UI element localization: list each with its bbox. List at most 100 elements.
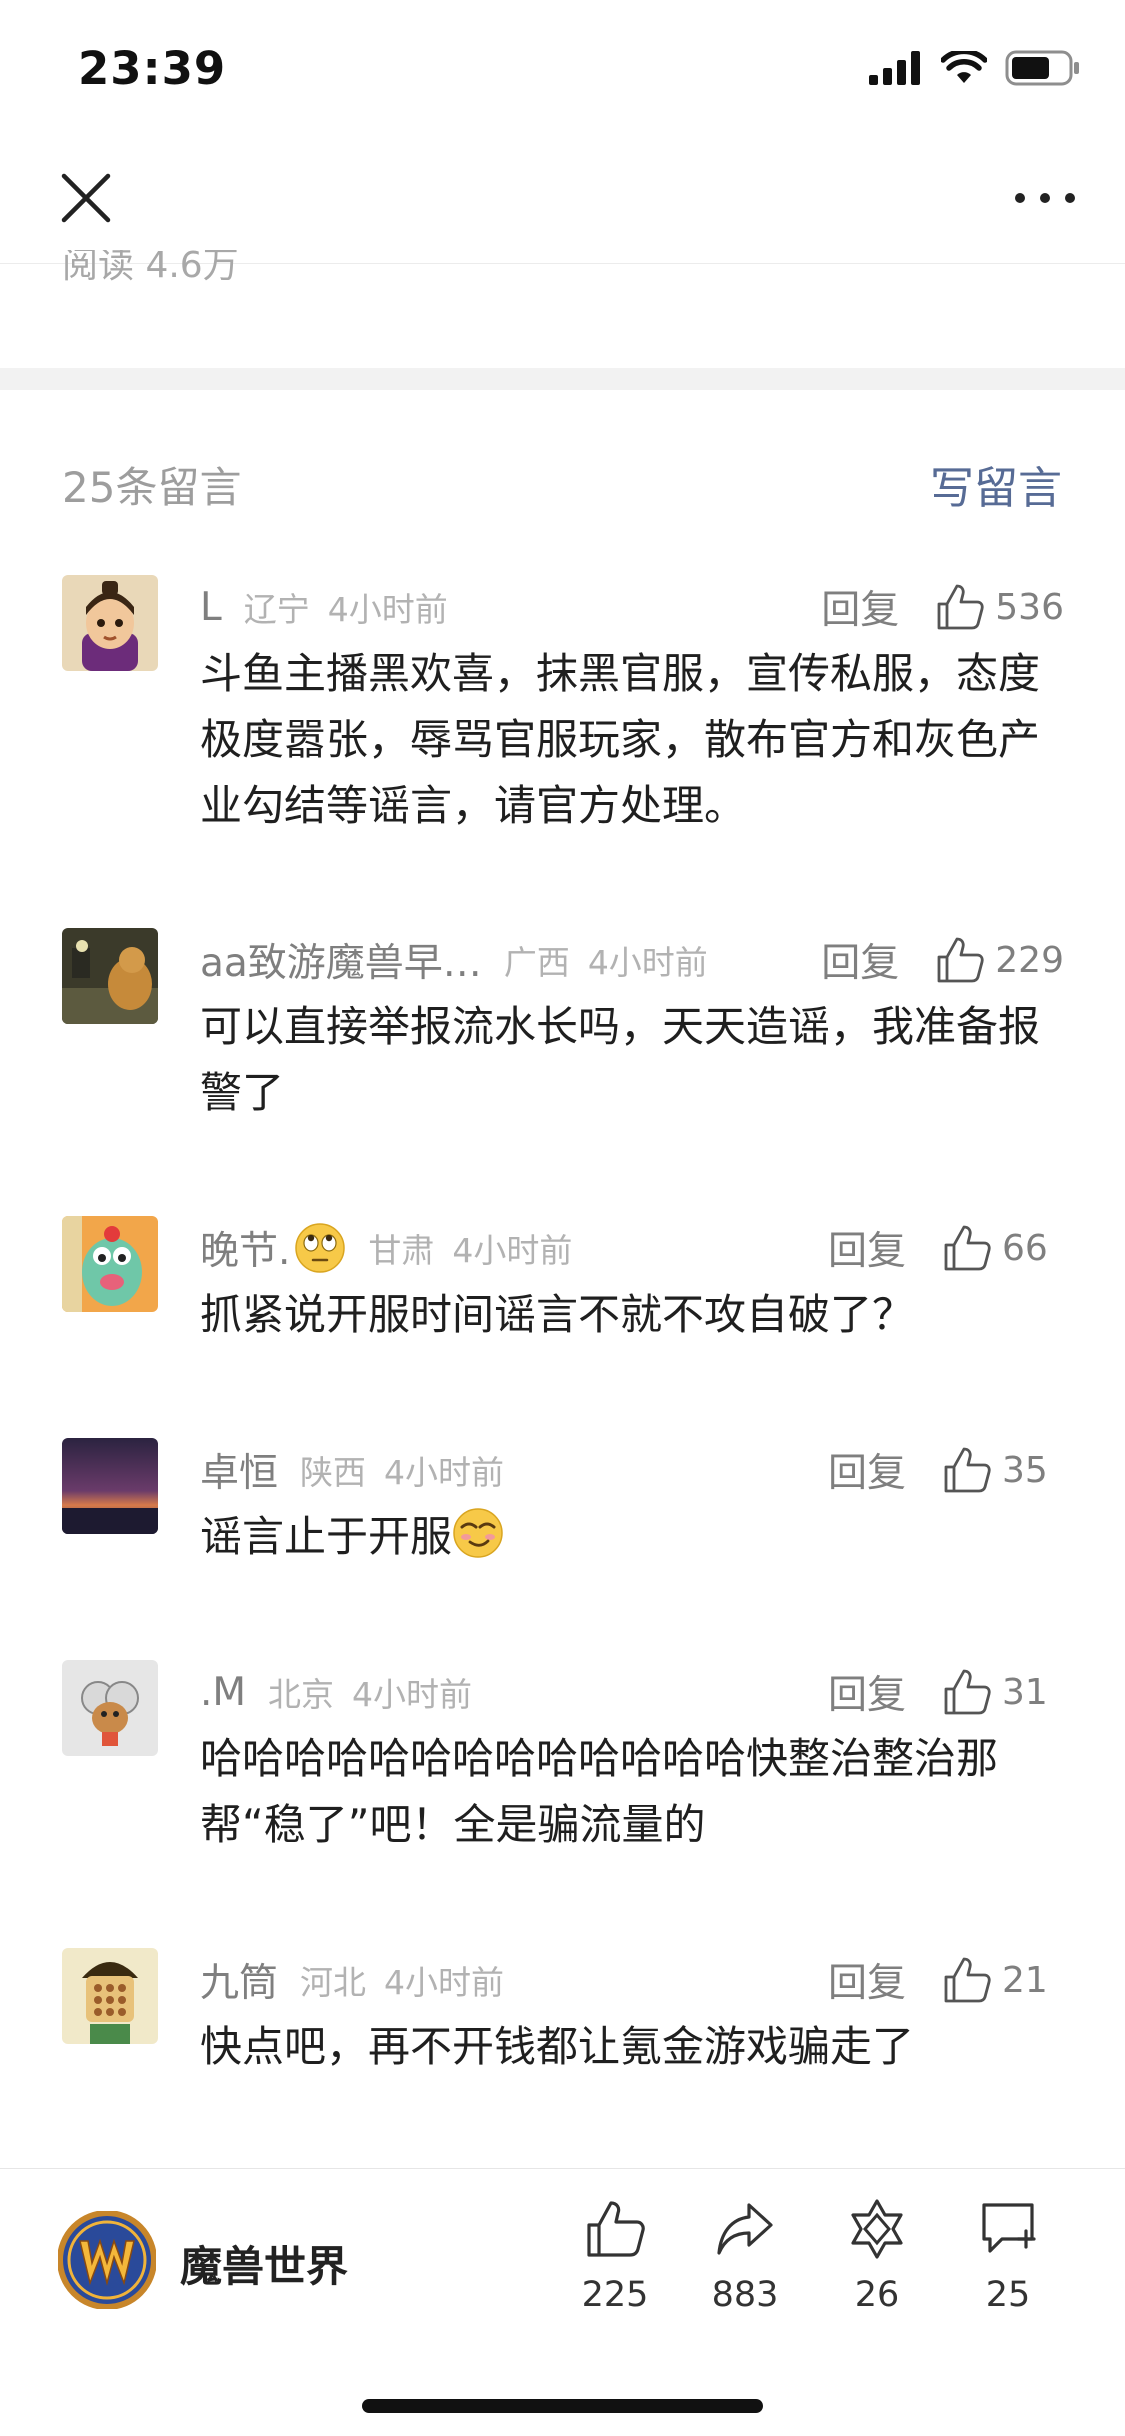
comment-location: 北京 — [268, 1675, 335, 1714]
thumbs-up-icon[interactable] — [935, 935, 985, 985]
comment-text-content: 谣言止于开服 — [200, 1512, 453, 1561]
share-count: 883 — [711, 2275, 779, 2315]
comment-meta: 九筒 河北 4小时前 回复 21 — [200, 1948, 1064, 2012]
reply-button[interactable]: 回复 — [821, 932, 899, 988]
comment-body: 九筒 河北 4小时前 回复 21 快点吧，再不开钱都让氪金游戏骗走了 — [200, 1948, 1064, 2080]
comment-location: 甘肃 — [368, 1231, 435, 1270]
comment-meta: 晚节. 甘肃 4小时前 回复 66 — [200, 1216, 1064, 1280]
like-button[interactable]: 225 — [565, 2197, 665, 2315]
comment-location: 辽宁 — [243, 590, 310, 629]
like-count: 225 — [581, 2275, 649, 2315]
comment-add-icon — [982, 2203, 1036, 2253]
read-count-text: 阅读 4.6万 — [62, 250, 239, 286]
comment-meta: L 辽宁 4小时前 回复 536 — [200, 575, 1064, 639]
more-dot — [1065, 193, 1075, 203]
status-time: 23:39 — [78, 42, 227, 95]
comment-item: 卓恒 陕西 4小时前 回复 35 谣言止于开服 — [62, 1438, 1064, 1578]
share-button[interactable]: 883 — [695, 2197, 795, 2315]
comment-time: 4小时前 — [384, 1453, 505, 1492]
comment-item: 晚节. 甘肃 4小时前 回复 66 抓紧说开服时间谣言不就不攻自破了？ — [62, 1216, 1064, 1356]
section-divider — [0, 368, 1125, 390]
reply-button[interactable]: 回复 — [828, 1442, 906, 1498]
comment-item: .M 北京 4小时前 回复 31 哈哈哈哈哈哈哈哈哈哈哈哈哈快整治整治那帮“稳了… — [62, 1660, 1064, 1860]
comment-body: L 辽宁 4小时前 回复 536 斗鱼主播黑欢喜，抹黑官服，宣传私服，态度极度嚣… — [200, 575, 1064, 839]
comment-count: 25 — [985, 2275, 1031, 2315]
comments-header: 25条留言 写留言 — [62, 450, 1062, 514]
like-count: 21 — [1002, 1959, 1048, 2001]
more-icon[interactable] — [1015, 188, 1075, 208]
account-name[interactable]: 魔兽世界 — [180, 2233, 348, 2294]
comment-item: L 辽宁 4小时前 回复 536 斗鱼主播黑欢喜，抹黑官服，宣传私服，态度极度嚣… — [62, 575, 1064, 835]
thumbs-up-icon[interactable] — [942, 1955, 992, 2005]
reply-button[interactable]: 回复 — [828, 1664, 906, 1720]
avatar[interactable] — [62, 1438, 158, 1534]
cellular-signal-icon — [869, 51, 920, 85]
status-bar: 23:39 — [0, 0, 1125, 132]
reply-button[interactable]: 回复 — [828, 1952, 906, 2008]
comment-text: 哈哈哈哈哈哈哈哈哈哈哈哈哈快整治整治那帮“稳了”吧！全是骗流量的 — [200, 1734, 999, 1849]
more-dot — [1015, 193, 1025, 203]
like-count: 536 — [995, 586, 1064, 628]
eye-roll-emoji — [295, 1223, 346, 1273]
thumbs-up-icon[interactable] — [942, 1445, 992, 1495]
comment-time: 4小时前 — [384, 1963, 505, 2002]
avatar[interactable] — [62, 1660, 158, 1756]
battery-icon — [1005, 50, 1079, 86]
comment-author[interactable]: L — [200, 585, 222, 630]
comment-body: aa致游魔兽早… 广西 4小时前 回复 229 可以直接举报流水长吗，天天造谣，… — [200, 928, 1064, 1126]
avatar[interactable] — [62, 575, 158, 671]
write-comment-button[interactable]: 写留言 — [930, 452, 1062, 516]
comment-author[interactable]: 晚节. — [200, 1220, 290, 1276]
thumbs-up-icon — [587, 2201, 645, 2257]
comment-item: aa致游魔兽早… 广西 4小时前 回复 229 可以直接举报流水长吗，天天造谣，… — [62, 928, 1064, 1128]
article-comments-page: 23:39 阅读 4.6万 25条留言 写留言 L 辽宁 4小时前 回复 536… — [0, 0, 1125, 2436]
home-indicator — [362, 2399, 763, 2413]
bottom-toolbar: 魔兽世界 225 883 26 25 — [0, 2168, 1125, 2436]
comments-count: 25条留言 — [62, 463, 242, 512]
reply-button[interactable]: 回复 — [828, 1220, 906, 1276]
like-count: 35 — [1002, 1449, 1048, 1491]
comment-text: 可以直接举报流水长吗，天天造谣，我准备报警了 — [200, 1002, 1041, 1117]
avatar[interactable] — [62, 1948, 158, 2044]
smirk-emoji — [453, 1508, 503, 1558]
close-icon[interactable] — [58, 170, 114, 226]
avatar[interactable] — [62, 1216, 158, 1312]
comment-author[interactable]: aa致游魔兽早… — [200, 932, 482, 988]
account-logo-icon[interactable] — [58, 2211, 156, 2309]
comment-meta: .M 北京 4小时前 回复 31 — [200, 1660, 1064, 1724]
thumbs-up-icon[interactable] — [942, 1667, 992, 1717]
comment-button[interactable]: 25 — [958, 2197, 1058, 2315]
comment-actions: 回复 66 — [828, 1216, 1064, 1280]
comment-time: 4小时前 — [587, 943, 708, 982]
like-count: 31 — [1002, 1671, 1048, 1713]
comment-meta: aa致游魔兽早… 广西 4小时前 回复 229 — [200, 928, 1064, 992]
more-dot — [1040, 193, 1050, 203]
like-count: 229 — [995, 939, 1064, 981]
comment-actions: 回复 35 — [828, 1438, 1064, 1502]
comment-text: 抓紧说开服时间谣言不就不攻自破了？ — [200, 1290, 915, 1339]
wifi-icon — [941, 51, 987, 83]
share-icon — [717, 2203, 773, 2255]
like-count: 66 — [1002, 1227, 1048, 1269]
comment-text: 斗鱼主播黑欢喜，抹黑官服，宣传私服，态度极度嚣张，辱骂官服玩家，散布官方和灰色产… — [200, 649, 1041, 830]
comment-actions: 回复 536 — [821, 575, 1064, 639]
comment-item: 九筒 河北 4小时前 回复 21 快点吧，再不开钱都让氪金游戏骗走了 — [62, 1948, 1064, 2088]
thumbs-up-icon[interactable] — [942, 1223, 992, 1273]
reply-button[interactable]: 回复 — [821, 579, 899, 635]
read-count: 阅读 4.6万 — [62, 250, 239, 290]
comment-meta: 卓恒 陕西 4小时前 回复 35 — [200, 1438, 1064, 1502]
comment-time: 4小时前 — [327, 590, 448, 629]
avatar[interactable] — [62, 928, 158, 1024]
comment-body: 卓恒 陕西 4小时前 回复 35 谣言止于开服 — [200, 1438, 1064, 1570]
thumbs-up-icon[interactable] — [935, 582, 985, 632]
comment-author[interactable]: 九筒 — [200, 1952, 278, 2008]
comment-author[interactable]: .M — [200, 1670, 246, 1715]
comment-body: .M 北京 4小时前 回复 31 哈哈哈哈哈哈哈哈哈哈哈哈哈快整治整治那帮“稳了… — [200, 1660, 1064, 1858]
comment-actions: 回复 229 — [821, 928, 1064, 992]
wow-button[interactable]: 26 — [827, 2197, 927, 2315]
status-icons — [869, 50, 1081, 86]
comment-time: 4小时前 — [352, 1675, 473, 1714]
comment-location: 河北 — [300, 1963, 367, 2002]
comment-author[interactable]: 卓恒 — [200, 1442, 278, 1498]
nav-bar — [0, 132, 1125, 264]
